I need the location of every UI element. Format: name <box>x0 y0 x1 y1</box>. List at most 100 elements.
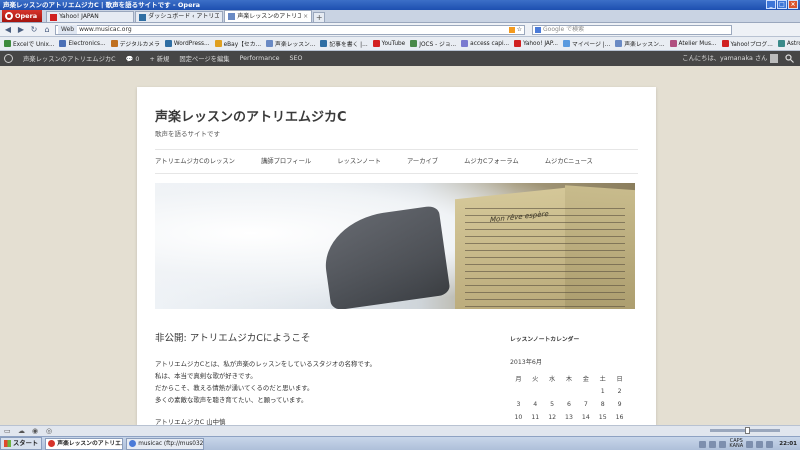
bookmark-item[interactable]: JOCS - ジョ... <box>410 39 459 48</box>
new-tab-button[interactable]: + <box>313 12 326 22</box>
taskbar-item-opera[interactable]: 声楽レッスンのアトリエム... <box>45 437 124 450</box>
opera-menu-button[interactable]: Opera <box>2 10 43 22</box>
taskbar-clock[interactable]: 22:01 <box>779 441 797 447</box>
bookmark-item[interactable]: access capi... <box>461 40 512 47</box>
windows-taskbar: スタート 声楽レッスンのアトリエム... musicac (ftp://mus0… <box>0 436 800 450</box>
post-title[interactable]: 非公開: アトリエムジカCにようこそ <box>155 330 310 344</box>
performance-link[interactable]: Performance <box>240 55 280 62</box>
turbo-icon[interactable]: ◎ <box>46 427 54 435</box>
minimize-button[interactable]: _ <box>766 0 776 9</box>
tab-bar: Opera Yahoo! JAPAN ダッシュボード ‹ アトリエム... 声楽… <box>0 10 800 23</box>
header-image: Mon rêve espère <box>155 183 635 309</box>
url-text[interactable]: www.musicac.org <box>79 25 507 34</box>
address-field[interactable]: Web www.musicac.org ☆ <box>55 24 525 35</box>
admin-bar-site-name[interactable]: 声楽レッスンのアトリエムジカC <box>23 54 116 63</box>
site-info-badge[interactable]: Web <box>58 25 78 34</box>
ime-kana-label: KANA <box>729 443 744 449</box>
calendar-weekday: 月 <box>515 376 522 383</box>
bookmark-item[interactable]: YouTube <box>372 40 409 47</box>
bookmark-item[interactable]: WordPress... <box>164 40 213 47</box>
security-icon[interactable] <box>766 440 774 448</box>
status-bar: ▭ ☁ ◉ ◎ <box>0 425 800 436</box>
taskbar-item-ftp[interactable]: musicac (ftp://mus032-... <box>126 437 205 450</box>
star-icon[interactable]: ☆ <box>517 25 522 34</box>
bookmark-favicon-icon <box>669 40 677 47</box>
ftp-client-icon <box>129 440 137 447</box>
tab-current-site[interactable]: 声楽レッスンのアトリエムジ... × <box>224 10 313 22</box>
admin-search-icon[interactable] <box>785 54 794 63</box>
speed-dial-icon[interactable]: ◉ <box>32 427 40 435</box>
calendar-weekday: 土 <box>599 376 606 383</box>
volume-icon[interactable] <box>756 440 764 448</box>
calendar-day: 12 <box>548 414 557 421</box>
bookmark-item[interactable]: eBay【セカ... <box>214 39 264 48</box>
bookmark-item[interactable]: Excelで Unix... <box>4 39 57 48</box>
comments-count: 0 <box>135 55 140 63</box>
language-bar-icon[interactable] <box>699 440 707 448</box>
nav-item[interactable]: 講師プロフィール <box>261 156 311 165</box>
help-icon[interactable] <box>719 440 727 448</box>
bookmark-item[interactable]: 声楽レッスン... <box>266 39 318 48</box>
tab-dashboard[interactable]: ダッシュボード ‹ アトリエム... <box>135 11 224 22</box>
tab-label: ダッシュボード ‹ アトリエム... <box>148 13 220 20</box>
bookmark-item[interactable]: 記事を書く |... <box>320 39 370 48</box>
start-button[interactable]: スタート <box>0 437 43 450</box>
tab-yahoo[interactable]: Yahoo! JAPAN <box>46 11 135 22</box>
bookmark-item[interactable]: 声楽レッスン... <box>615 39 667 48</box>
nav-item[interactable]: ムジカCフォーラム <box>464 156 519 165</box>
admin-greeting[interactable]: こんにちは、yamanaka さん ! <box>682 51 772 66</box>
close-tab-icon[interactable]: × <box>303 12 308 22</box>
search-placeholder: Google で検索 <box>543 26 585 33</box>
maximize-button[interactable]: □ <box>777 0 787 9</box>
nav-item[interactable]: アーカイブ <box>407 156 438 165</box>
comments-link[interactable]: 💬 0 <box>126 55 140 63</box>
calendar-day: 3 <box>516 401 521 408</box>
reload-icon[interactable]: ↻ <box>29 25 39 35</box>
new-content-link[interactable]: + 新規 <box>149 54 169 63</box>
bookmark-item[interactable]: Atelier Mus... <box>669 40 720 47</box>
nav-item[interactable]: ムジカCニュース <box>545 156 593 165</box>
panel-toggle-icon[interactable]: ▭ <box>4 427 12 435</box>
opera-logo-icon <box>5 12 13 20</box>
home-icon[interactable]: ⌂ <box>42 25 52 35</box>
calendar-day: 9 <box>617 401 622 408</box>
calendar-day: 5 <box>550 401 555 408</box>
site-title[interactable]: 声楽レッスンのアトリエムジカC <box>155 106 347 125</box>
avatar[interactable] <box>770 54 778 63</box>
search-input[interactable]: Google で検索 <box>532 24 732 35</box>
bookmark-item[interactable]: デジタルカメラ <box>110 39 163 48</box>
google-icon[interactable] <box>535 26 541 33</box>
close-button[interactable]: × <box>788 0 798 9</box>
bookmark-label: AstroGPV <box>786 40 800 47</box>
wordpress-logo-icon[interactable] <box>4 54 13 63</box>
bookmark-item[interactable]: AstroGPV <box>777 40 800 47</box>
edit-page-link[interactable]: 固定ページを編集 <box>179 54 229 63</box>
plus-icon: + <box>149 56 155 63</box>
nav-divider-top <box>155 149 638 150</box>
seo-link[interactable]: SEO <box>289 55 302 62</box>
forward-icon[interactable]: ▶ <box>16 25 26 35</box>
bookmark-label: YouTube <box>381 40 406 47</box>
calendar-week-row: 3 4 5 6 7 8 9 <box>510 398 628 411</box>
nav-item[interactable]: アトリエムジカCのレッスン <box>155 156 235 165</box>
bookmark-label: Yahoo! JAP... <box>523 40 559 47</box>
bookmark-favicon-icon <box>164 40 172 47</box>
bookmark-item[interactable]: マイページ |... <box>563 39 613 48</box>
bookmark-item[interactable]: Electronics... <box>59 40 108 47</box>
network-icon[interactable] <box>746 440 754 448</box>
nav-item[interactable]: レッスンノート <box>337 156 381 165</box>
site-favicon-icon <box>228 13 236 20</box>
ime-mode-indicator[interactable]: CAPS KANA <box>729 439 743 449</box>
rss-feed-icon[interactable] <box>508 26 515 33</box>
bookmark-item[interactable]: Yahoo!ブログ... <box>721 39 776 48</box>
staff-lines <box>465 208 625 309</box>
back-icon[interactable]: ◀ <box>3 25 13 35</box>
start-label: スタート <box>13 440 39 447</box>
zoom-slider-handle[interactable] <box>745 427 750 434</box>
ime-icon[interactable] <box>709 440 717 448</box>
cloud-sync-icon[interactable]: ☁ <box>18 427 26 435</box>
yahoo-favicon-icon <box>50 13 58 21</box>
tab-label: 声楽レッスンのアトリエムジ... <box>237 12 301 20</box>
bookmark-item[interactable]: Yahoo! JAP... <box>514 40 561 47</box>
calendar-day: 14 <box>581 414 590 421</box>
